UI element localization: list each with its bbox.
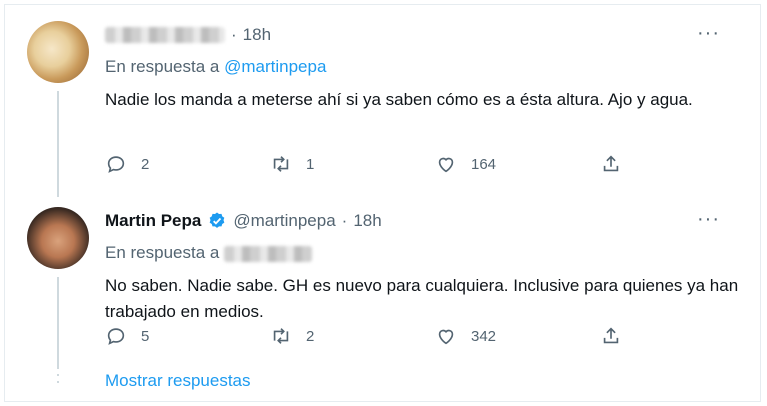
separator-dot: ·: [341, 211, 348, 230]
reply-context: En respuesta a @martinpepa: [105, 57, 740, 79]
tweet-text: Nadie los manda a meterse ahí si ya sabe…: [105, 90, 693, 109]
tweet-header: · 18h ···: [105, 23, 740, 47]
reply-context: En respuesta a: [105, 243, 740, 265]
reply-to-link[interactable]: @martinpepa: [224, 57, 326, 76]
avatar[interactable]: [27, 21, 89, 83]
tweet[interactable]: · 18h ··· En respuesta a @martinpepa Nad…: [5, 5, 760, 197]
retweet-count: 1: [306, 155, 315, 173]
like-button[interactable]: 164: [435, 153, 600, 175]
like-icon: [438, 157, 454, 173]
reply-icon: [107, 328, 125, 345]
like-count: 342: [471, 327, 497, 345]
reply-button[interactable]: 2: [105, 153, 270, 175]
conversation-thread: · 18h ··· En respuesta a @martinpepa Nad…: [4, 4, 761, 402]
verified-icon: [207, 211, 227, 231]
reply-prefix: En respuesta a: [105, 57, 220, 76]
retweet-button[interactable]: 2: [270, 325, 435, 347]
display-name[interactable]: Martin Pepa: [105, 211, 201, 231]
reply-count: 5: [141, 327, 150, 345]
like-count: 164: [471, 155, 497, 173]
reply-count: 2: [141, 155, 150, 173]
share-icon: [603, 155, 619, 172]
tweet-actions: 5 2 342: [105, 325, 660, 347]
redacted-username[interactable]: [105, 27, 225, 43]
tweet-text: No saben. Nadie sabe. GH es nuevo para c…: [105, 276, 739, 321]
separator-dot: ·: [231, 25, 237, 44]
reply-prefix: En respuesta a: [105, 243, 220, 262]
share-icon: [603, 327, 619, 344]
handle[interactable]: @martinpepa: [233, 211, 335, 231]
retweet-icon: [273, 156, 289, 172]
share-button[interactable]: [600, 325, 622, 347]
thread-line: [57, 277, 59, 369]
like-button[interactable]: 342: [435, 325, 600, 347]
show-replies-link[interactable]: Mostrar respuestas: [105, 371, 251, 391]
retweet-count: 2: [306, 327, 315, 345]
retweet-icon: [273, 328, 289, 344]
thread-continuation-dots: [57, 367, 59, 383]
timestamp[interactable]: 18h: [243, 25, 271, 45]
tweet[interactable]: Martin Pepa @martinpepa · 18h ··· En res…: [5, 197, 760, 369]
reply-button[interactable]: 5: [105, 325, 270, 347]
share-button[interactable]: [600, 153, 622, 175]
like-icon: [438, 329, 454, 345]
reply-icon: [107, 156, 125, 173]
avatar[interactable]: [27, 207, 89, 269]
tweet-header: Martin Pepa @martinpepa · 18h ···: [105, 209, 740, 233]
more-icon[interactable]: ···: [697, 209, 720, 229]
timestamp[interactable]: 18h: [353, 211, 381, 231]
thread-line: [57, 91, 59, 197]
retweet-button[interactable]: 1: [270, 153, 435, 175]
tweet-actions: 2 1 164: [105, 153, 660, 175]
more-icon[interactable]: ···: [697, 23, 720, 43]
redacted-reply-to[interactable]: [224, 245, 313, 262]
